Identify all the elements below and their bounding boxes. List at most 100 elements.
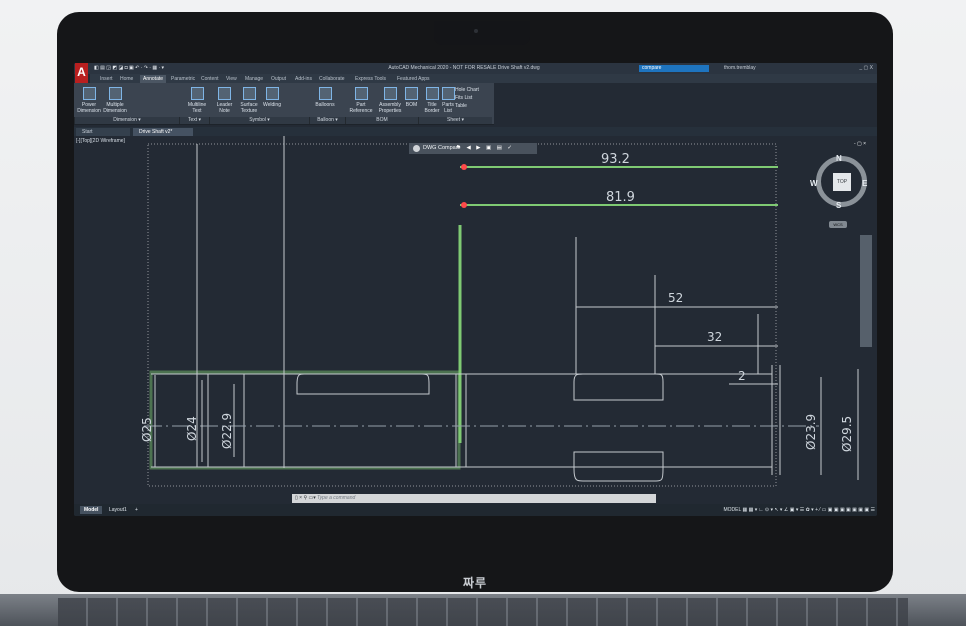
autocad-logo-icon[interactable]: A <box>75 63 88 83</box>
window-title: AutoCAD Mechanical 2020 - NOT FOR RESALE… <box>388 65 540 71</box>
compare-marker-top-2[interactable] <box>461 202 467 208</box>
assembly-properties-button[interactable]: Assembly Properties <box>376 87 404 114</box>
command-line[interactable]: ▯ × ⚲ ▭▾ Type a command <box>292 494 656 503</box>
compass-south[interactable]: S <box>836 201 841 210</box>
dimension-diameter-23-9: Ø23.9 <box>804 414 818 450</box>
annotate-ribbon: Power Dimension Multiple Dimension Multi… <box>74 83 494 125</box>
balloons-button[interactable]: Balloons <box>313 87 337 108</box>
autocad-screen: A ◧ ▤ ◲ ◩ ◪ ◘ ▣ ↶ · ↷ · ▦ · ▾ AutoCAD Me… <box>74 63 877 516</box>
part-reference-button[interactable]: Part Reference <box>348 87 374 114</box>
balloons-icon <box>318 87 332 100</box>
multiple-dimension-label: Multiple Dimension <box>103 102 127 114</box>
right-keyway-top <box>573 373 664 401</box>
hole-chart-button[interactable]: Hole Chart <box>455 87 489 93</box>
viewcube[interactable]: TOP <box>816 156 867 207</box>
dimension-52: 52 <box>668 291 683 305</box>
multiple-dimension-icon <box>108 87 122 100</box>
dimension-2: 2 <box>738 369 746 383</box>
compass-north[interactable]: N <box>836 154 842 163</box>
compare-settings-icon[interactable] <box>413 145 420 152</box>
leader-note-button[interactable]: Leader Note <box>214 87 235 114</box>
start-tab[interactable]: Start <box>76 128 130 136</box>
compare-tools[interactable]: ⚑ ◀ ▶ ▣ ▤ ✓ <box>456 143 514 154</box>
parts-list-label: Parts List <box>442 102 454 114</box>
leader-note-label: Leader Note <box>216 102 233 114</box>
bom-label: BOM <box>405 102 418 108</box>
bom-icon <box>405 87 418 100</box>
tab-home[interactable]: Home <box>117 75 136 83</box>
quick-access-toolbar[interactable]: ◧ ▤ ◲ ◩ ◪ ◘ ▣ ↶ · ↷ · ▦ · ▾ <box>94 63 164 74</box>
surface-texture-button[interactable]: Surface Texture <box>237 87 261 114</box>
navigation-bar[interactable] <box>860 235 872 347</box>
window-controls[interactable]: _ ▢ X <box>859 63 873 74</box>
compass-east[interactable]: E <box>862 179 867 188</box>
search-input[interactable]: compare <box>639 65 709 72</box>
tab-collaborate[interactable]: Collaborate <box>316 75 348 83</box>
power-dimension-label: Power Dimension <box>77 102 101 114</box>
balloon-panel-label[interactable]: Balloon ▾ <box>309 117 345 124</box>
leader-note-icon <box>218 87 231 100</box>
command-input[interactable]: Type a command <box>317 495 355 501</box>
multiline-text-button[interactable]: Multiline Text <box>185 87 209 114</box>
surface-texture-icon <box>242 87 256 100</box>
bom-panel-label: BOM <box>345 117 418 124</box>
surface-texture-label: Surface Texture <box>240 102 258 114</box>
tab-featured-apps[interactable]: Featured Apps <box>394 75 433 83</box>
tab-output[interactable]: Output <box>268 75 289 83</box>
tab-insert[interactable]: Insert <box>97 75 116 83</box>
layout1-tab[interactable]: Layout1 <box>105 506 131 514</box>
command-line-icons[interactable]: ▯ × ⚲ ▭▾ <box>295 494 316 503</box>
tab-annotate[interactable]: Annotate <box>140 75 167 83</box>
status-bar-tools[interactable]: MODEL ▦ ▦ ▾ ∟ ⊙ ▾ ↖ ▾ ∠ ▣ ▾ ☰ ✿ ▾ + ⁄ ▭ … <box>723 506 875 514</box>
laptop-scene: A ◧ ▤ ◲ ◩ ◪ ◘ ▣ ↶ · ↷ · ▦ · ▾ AutoCAD Me… <box>0 0 966 626</box>
dimension-diameter-29-5: Ø29.5 <box>840 416 854 452</box>
compare-marker-top-1[interactable] <box>461 164 467 170</box>
power-dimension-button[interactable]: Power Dimension <box>77 87 101 114</box>
part-reference-label: Part Reference <box>349 102 373 114</box>
model-tab[interactable]: Model <box>80 506 103 514</box>
multiple-dimension-button[interactable]: Multiple Dimension <box>102 87 128 114</box>
dimension-diameter-24: Ø24 <box>185 416 199 441</box>
title-border-label: Title Border <box>424 102 440 114</box>
welding-label: Welding <box>263 102 281 108</box>
welding-button[interactable]: Welding <box>262 87 282 108</box>
camera-notch <box>434 21 530 45</box>
fits-list-button[interactable]: Fits List <box>455 95 489 101</box>
viewport-window-controls[interactable]: - ▢ × <box>854 141 866 147</box>
tab-manage[interactable]: Manage <box>242 75 266 83</box>
bom-button[interactable]: BOM <box>404 87 419 108</box>
tab-content[interactable]: Content <box>198 75 222 83</box>
tab-express-tools[interactable]: Express Tools <box>352 75 389 83</box>
dwg-compare-toolbar[interactable]: DWG Compare ⚑ ◀ ▶ ▣ ▤ ✓ <box>409 143 537 154</box>
dimension-81-9: 81.9 <box>606 190 635 205</box>
laptop-brand: 짜루 <box>462 576 488 590</box>
balloons-label: Balloons <box>315 102 335 108</box>
tab-parametric[interactable]: Parametric <box>168 75 198 83</box>
text-panel-label[interactable]: Text ▾ <box>179 117 209 124</box>
parts-list-icon <box>441 87 455 100</box>
drive-shaft-tab[interactable]: Drive Shaft v2* <box>133 128 193 136</box>
wcs-button[interactable]: WCS <box>829 221 847 228</box>
ribbon-tabs: Insert Home Annotate Parametric Content … <box>90 74 877 83</box>
multiline-text-label: Multiline Text <box>187 102 207 114</box>
add-layout-tab[interactable]: + <box>131 506 142 514</box>
user-account[interactable]: thom.tremblay <box>724 63 756 74</box>
dimension-panel-label[interactable]: Dimension ▾ <box>74 117 179 124</box>
compass-west[interactable]: W <box>810 179 818 188</box>
text-icon <box>190 87 204 100</box>
dwg-compare-label: DWG Compare <box>423 145 461 151</box>
sheet-panel-label[interactable]: Sheet ▾ <box>418 117 492 124</box>
left-keyway <box>296 373 430 395</box>
cad-drawing-canvas[interactable]: 93.2 81.9 52 32 2 Ø25 Ø24 Ø22.9 Ø23.9 Ø2… <box>74 136 877 502</box>
dimension-93-2: 93.2 <box>601 152 630 167</box>
welding-icon <box>265 87 279 100</box>
tab-add-ins[interactable]: Add-ins <box>292 75 315 83</box>
viewcube-top[interactable]: TOP <box>833 173 851 191</box>
tab-view[interactable]: View <box>223 75 240 83</box>
part-reference-icon <box>354 87 368 100</box>
camera-icon <box>474 29 478 33</box>
table-button[interactable]: Table <box>455 103 489 109</box>
symbol-panel-label[interactable]: Symbol ▾ <box>209 117 309 124</box>
application-title-bar: A ◧ ▤ ◲ ◩ ◪ ◘ ▣ ↶ · ↷ · ▦ · ▾ AutoCAD Me… <box>74 63 877 83</box>
assembly-properties-label: Assembly Properties <box>378 102 402 114</box>
